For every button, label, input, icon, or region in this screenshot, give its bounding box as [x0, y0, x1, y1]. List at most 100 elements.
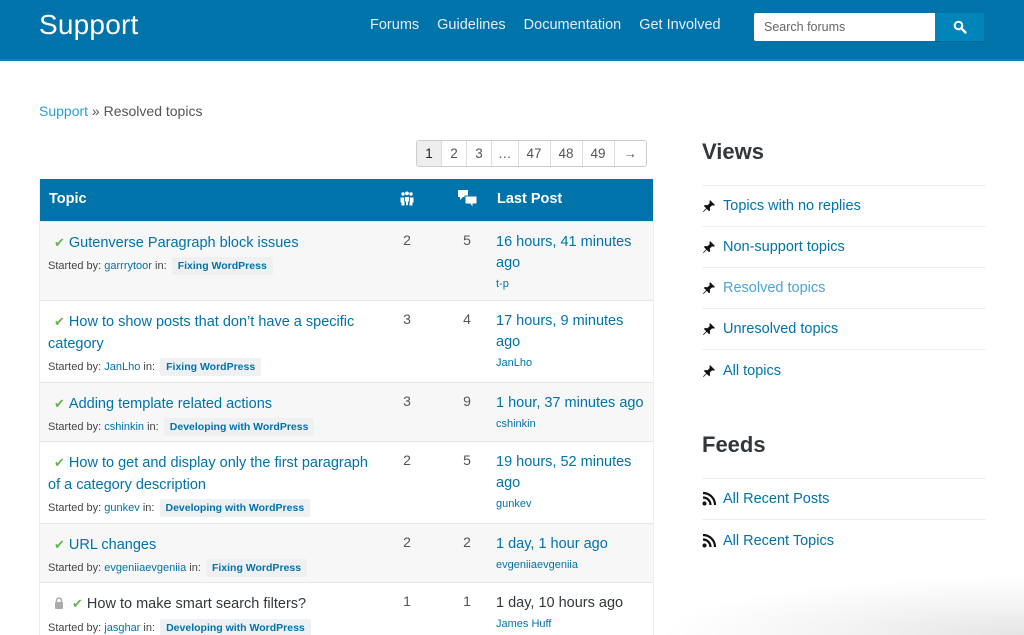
posts-count: 9: [463, 393, 471, 409]
in-label: in:: [189, 562, 201, 574]
nav-guidelines[interactable]: Guidelines: [437, 17, 506, 33]
topic-author-link[interactable]: JanLho: [104, 361, 140, 373]
topics-table: Topic Last Post ✔ Gutenverse Paragraph bl…: [39, 179, 654, 635]
in-label: in:: [143, 622, 156, 634]
started-by-label: Started by:: [48, 562, 102, 574]
topic-cell: ✔ URL changes Started by: evgeniiaevgeniia…: [48, 534, 383, 577]
topic-row: ✔ How to get and display only the first p…: [40, 441, 653, 523]
topic-meta: Started by: evgeniiaevgeniia in: Fixing …: [48, 559, 383, 577]
feed-link[interactable]: All Recent Posts: [723, 491, 829, 507]
forum-badge-link[interactable]: Fixing WordPress: [160, 358, 262, 376]
feeds-section: Feeds All Recent Posts All Recent Topics: [702, 423, 986, 561]
forum-badge-link[interactable]: Fixing WordPress: [205, 559, 308, 577]
topics-list: ✔ Gutenverse Paragraph block issues Starte…: [40, 221, 653, 635]
topic-cell: ✔ How to get and display only the first p…: [48, 452, 383, 517]
topic-author-link[interactable]: evgeniiaevgeniia: [104, 562, 186, 574]
last-post-time-link[interactable]: 19 hours, 52 minutes ago: [496, 452, 651, 494]
search-input[interactable]: [754, 13, 935, 41]
breadcrumb-support-link[interactable]: Support: [39, 103, 88, 119]
view-link[interactable]: Non-support topics: [723, 239, 845, 255]
last-post-time-link[interactable]: 16 hours, 41 minutes ago: [496, 232, 651, 274]
topic-row: ✔ Adding template related actions Started …: [40, 382, 653, 441]
view-link[interactable]: Topics with no replies: [723, 198, 861, 214]
search-form: [754, 13, 984, 41]
nav-forums[interactable]: Forums: [370, 17, 419, 33]
forum-badge-link[interactable]: Developing with WordPress: [159, 499, 311, 517]
nav-documentation[interactable]: Documentation: [524, 17, 622, 33]
topic-author-link[interactable]: gunkev: [104, 502, 139, 514]
topic-author-link[interactable]: cshinkin: [104, 421, 144, 433]
last-post-author-link[interactable]: JanLho: [496, 357, 651, 369]
voices-count: 3: [403, 311, 411, 327]
last-post-cell: 19 hours, 52 minutes ago gunkev: [496, 452, 651, 510]
rss-icon: [702, 533, 716, 548]
pin-icon: [702, 281, 716, 295]
pin-icon: [702, 199, 716, 213]
voices-count: 2: [403, 534, 411, 550]
topic-title-link[interactable]: URL changes: [69, 537, 156, 553]
forum-badge-link[interactable]: Fixing WordPress: [171, 257, 273, 275]
topic-meta: Started by: gunkev in: Developing with W…: [48, 499, 383, 517]
pin-icon: [702, 364, 716, 378]
topic-title-link[interactable]: Adding template related actions: [69, 396, 272, 412]
topic-title-line: ✔ URL changes: [48, 534, 383, 556]
page-link[interactable]: 2: [442, 141, 467, 166]
page-ellipsis: …: [492, 141, 519, 166]
last-post-author-link[interactable]: t-p: [496, 278, 651, 290]
posts-count: 2: [463, 534, 471, 550]
last-post-cell: 1 day, 10 hours ago James Huff: [496, 593, 651, 630]
topic-title-line: ✔ Adding template related actions: [48, 393, 383, 415]
posts-count: 1: [463, 593, 471, 609]
forum-badge-link[interactable]: Developing with WordPress: [160, 619, 311, 635]
view-link[interactable]: Unresolved topics: [723, 321, 838, 337]
started-by-label: Started by:: [48, 361, 102, 373]
page-link[interactable]: 49: [582, 141, 615, 166]
nav-get-involved[interactable]: Get Involved: [639, 17, 720, 33]
topic-cell: ✔ Adding template related actions Started …: [48, 393, 383, 436]
in-label: in:: [143, 361, 156, 373]
voices-count: 2: [403, 232, 411, 248]
view-link[interactable]: All topics: [723, 363, 781, 379]
view-link[interactable]: Resolved topics: [723, 280, 825, 296]
view-item: Unresolved topics: [702, 309, 986, 350]
page-next[interactable]: →: [614, 141, 646, 166]
page-link[interactable]: 3: [467, 141, 492, 166]
topic-author-link[interactable]: garrrytoor: [104, 260, 152, 272]
last-post-time-link[interactable]: 1 day, 1 hour ago: [496, 534, 651, 555]
topic-title-link[interactable]: How to get and display only the first pa…: [48, 455, 368, 493]
last-post-author-link[interactable]: evgeniiaevgeniia: [496, 559, 651, 571]
feed-link[interactable]: All Recent Topics: [723, 533, 834, 549]
pin-icon: [702, 240, 716, 254]
search-button[interactable]: [935, 13, 984, 41]
forum-badge-link[interactable]: Developing with WordPress: [163, 418, 315, 436]
last-post-author-link[interactable]: gunkev: [496, 498, 651, 510]
views-title: Views: [702, 130, 986, 186]
last-post-time-link[interactable]: 1 hour, 37 minutes ago: [496, 393, 651, 414]
resolved-check-icon: ✔: [54, 537, 65, 552]
decorative-shadow: [655, 575, 1024, 635]
page-link[interactable]: 47: [518, 141, 551, 166]
topic-author-link[interactable]: jasghar: [104, 622, 140, 634]
in-label: in:: [147, 421, 159, 433]
in-label: in:: [142, 502, 155, 514]
last-post-cell: 16 hours, 41 minutes ago t-p: [496, 232, 651, 290]
column-last-post: Last Post: [497, 191, 563, 207]
site-header: Support Forums Guidelines Documentation …: [0, 0, 1024, 61]
topic-title-link[interactable]: How to show posts that don’t have a spec…: [48, 314, 354, 352]
started-by-label: Started by:: [48, 502, 102, 514]
last-post-author-link[interactable]: James Huff: [496, 618, 651, 630]
last-post-time-link[interactable]: 17 hours, 9 minutes ago: [496, 311, 651, 353]
topic-cell: ✔ How to make smart search filters? Starte…: [48, 593, 383, 635]
views-section: Views Topics with no replies Non-support …: [702, 130, 986, 391]
last-post-time-link[interactable]: 1 day, 10 hours ago: [496, 593, 651, 614]
view-item: All topics: [702, 350, 986, 391]
voices-count: 1: [403, 593, 411, 609]
page-link[interactable]: 48: [550, 141, 583, 166]
last-post-author-link[interactable]: cshinkin: [496, 418, 651, 430]
site-title-link[interactable]: Support: [39, 9, 138, 41]
feeds-list: All Recent Posts All Recent Topics: [702, 479, 986, 561]
table-header: Topic Last Post: [40, 179, 653, 221]
topic-title-link[interactable]: Gutenverse Paragraph block issues: [69, 235, 299, 251]
topic-title-link[interactable]: How to make smart search filters?: [87, 596, 306, 612]
topic-meta: Started by: jasghar in: Developing with …: [48, 619, 383, 635]
